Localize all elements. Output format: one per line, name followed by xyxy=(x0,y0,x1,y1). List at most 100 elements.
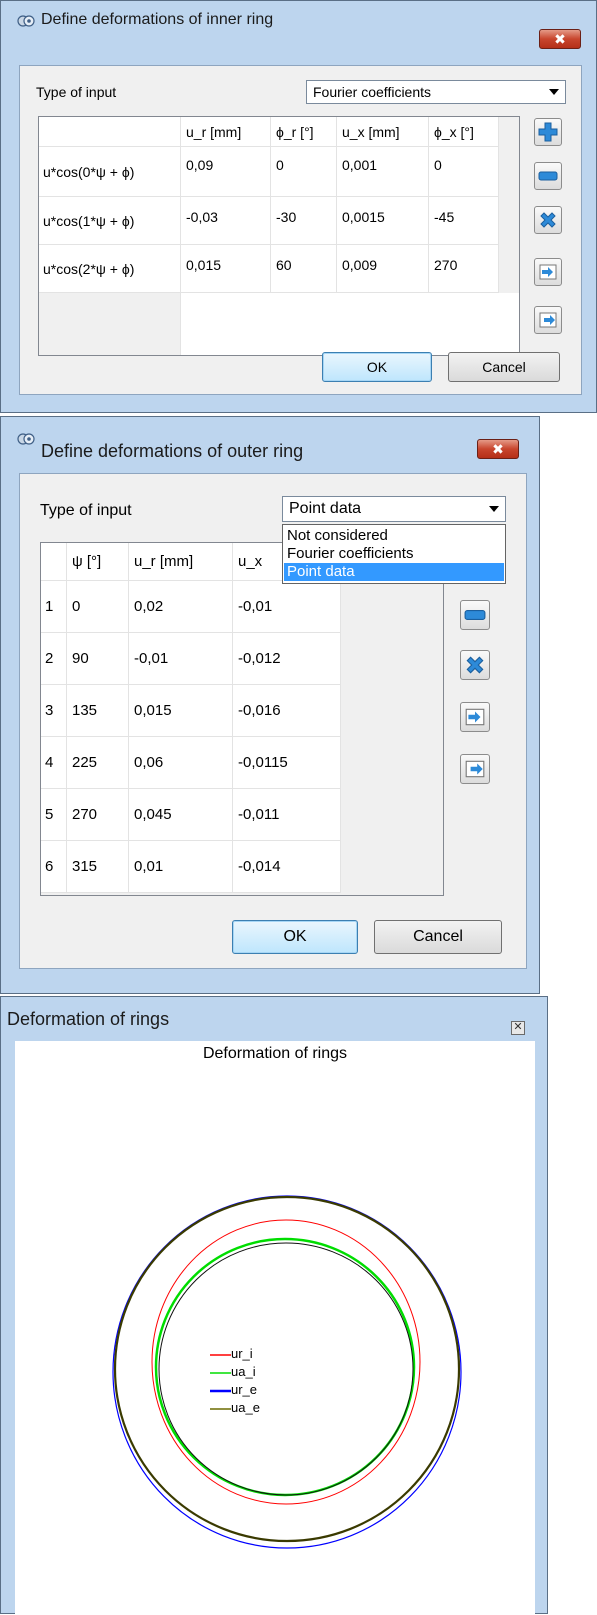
inner-dialog-client: Type of input Fourier coefficients u_r [… xyxy=(19,65,582,395)
table-cell[interactable]: 0,015 xyxy=(181,245,271,293)
type-of-input-select[interactable]: Point data xyxy=(282,496,506,522)
cancel-button[interactable]: Cancel xyxy=(448,352,560,382)
type-of-input-dropdown-list[interactable]: Not considered Fourier coefficients Poin… xyxy=(282,524,506,584)
minus-icon xyxy=(464,610,486,620)
table-cell[interactable]: 0 xyxy=(429,147,499,197)
table-cell[interactable]: -0,0115 xyxy=(233,737,341,789)
table-cell[interactable]: -0,01 xyxy=(129,633,233,685)
table-cell[interactable]: -30 xyxy=(271,197,337,245)
table-cell[interactable]: -0,016 xyxy=(233,685,341,737)
remove-row-button[interactable] xyxy=(534,162,562,190)
table-cell[interactable]: 0,0015 xyxy=(337,197,429,245)
close-button[interactable]: ✕ xyxy=(511,1021,525,1035)
dropdown-option-not-considered[interactable]: Not considered xyxy=(284,527,504,545)
type-of-input-label: Type of input xyxy=(36,84,117,100)
delete-x-icon xyxy=(466,656,484,674)
column-header[interactable]: u_x [mm] xyxy=(337,117,429,147)
outer-ring-dialog: Define deformations of outer ring ✖ Type… xyxy=(0,416,540,994)
cancel-button[interactable]: Cancel xyxy=(374,920,502,954)
table-cell[interactable]: -0,014 xyxy=(233,841,341,893)
row-header[interactable]: u*cos(0*ψ + ϕ) xyxy=(39,147,181,197)
column-header[interactable]: ϕ_r [°] xyxy=(271,117,337,147)
table-cell[interactable]: 0,001 xyxy=(337,147,429,197)
outer-dialog-titlebar[interactable]: Define deformations of outer ring ✖ xyxy=(1,417,539,461)
close-button[interactable]: ✖ xyxy=(477,439,519,459)
row-number[interactable]: 1 xyxy=(41,581,67,633)
export-button[interactable] xyxy=(460,754,490,784)
row-header[interactable]: u*cos(2*ψ + ϕ) xyxy=(39,245,181,293)
row-header[interactable]: u*cos(1*ψ + ϕ) xyxy=(39,197,181,245)
plot-window-title: Deformation of rings xyxy=(7,1009,170,1029)
inner-dialog-title: Define deformations of inner ring xyxy=(41,11,274,28)
table-corner xyxy=(41,543,67,581)
deformation-plot-window: Deformation of rings ✕ Deformation of ri… xyxy=(0,996,548,1615)
ok-button[interactable]: OK xyxy=(232,920,358,954)
export-button[interactable] xyxy=(534,306,562,334)
table-cell[interactable]: 0,045 xyxy=(129,789,233,841)
empty-row xyxy=(181,293,519,355)
table-cell[interactable]: 90 xyxy=(67,633,129,685)
export-icon xyxy=(539,312,557,328)
import-icon xyxy=(539,264,557,280)
table-cell[interactable]: 225 xyxy=(67,737,129,789)
type-of-input-value: Point data xyxy=(289,500,362,517)
table-cell[interactable]: 0,09 xyxy=(181,147,271,197)
table-cell[interactable]: 0 xyxy=(67,581,129,633)
inner-dialog-titlebar[interactable]: Define deformations of inner ring ✖ xyxy=(1,1,596,49)
import-button[interactable] xyxy=(534,258,562,286)
add-row-button[interactable] xyxy=(534,118,562,146)
rings-plot xyxy=(112,1195,462,1549)
type-of-input-label: Type of input xyxy=(40,502,132,519)
delete-x-icon xyxy=(540,212,556,228)
table-corner xyxy=(39,117,181,147)
table-cell[interactable]: 0,015 xyxy=(129,685,233,737)
plus-icon xyxy=(538,122,558,142)
table-cell[interactable]: 270 xyxy=(67,789,129,841)
row-number[interactable]: 6 xyxy=(41,841,67,893)
legend-label-ua-i: ua_i xyxy=(231,1364,256,1379)
table-cell[interactable]: -0,03 xyxy=(181,197,271,245)
type-of-input-select[interactable]: Fourier coefficients xyxy=(306,80,566,104)
column-header[interactable]: ψ [°] xyxy=(67,543,129,581)
dropdown-option-fourier[interactable]: Fourier coefficients xyxy=(284,545,504,563)
column-header[interactable]: ϕ_x [°] xyxy=(429,117,499,147)
table-cell[interactable]: 0,06 xyxy=(129,737,233,789)
table-cell[interactable]: -0,012 xyxy=(233,633,341,685)
import-icon xyxy=(465,708,485,726)
table-cell[interactable]: 0,02 xyxy=(129,581,233,633)
fourier-table[interactable]: u_r [mm] ϕ_r [°] u_x [mm] ϕ_x [°] u*cos(… xyxy=(38,116,520,356)
chevron-down-icon xyxy=(489,506,499,512)
table-cell[interactable]: 0,009 xyxy=(337,245,429,293)
column-header[interactable]: u_r [mm] xyxy=(129,543,233,581)
ur-i-curve xyxy=(151,1219,421,1505)
import-button[interactable] xyxy=(460,702,490,732)
minus-icon xyxy=(538,171,558,181)
point-data-table[interactable]: ψ [°] u_r [mm] u_x 1 0 0,02 -0,01 2 90 -… xyxy=(40,542,444,896)
legend-label-ur-i: ur_i xyxy=(231,1346,253,1361)
row-number[interactable]: 3 xyxy=(41,685,67,737)
row-number[interactable]: 4 xyxy=(41,737,67,789)
clear-rows-button[interactable] xyxy=(460,650,490,680)
row-number[interactable]: 2 xyxy=(41,633,67,685)
table-cell[interactable]: 0 xyxy=(271,147,337,197)
table-cell[interactable]: -45 xyxy=(429,197,499,245)
column-header[interactable]: u_r [mm] xyxy=(181,117,271,147)
table-cell[interactable]: 315 xyxy=(67,841,129,893)
gear-app-icon xyxy=(17,15,35,27)
table-cell[interactable]: 60 xyxy=(271,245,337,293)
remove-row-button[interactable] xyxy=(460,600,490,630)
table-cell[interactable]: -0,011 xyxy=(233,789,341,841)
legend-label-ur-e: ur_e xyxy=(231,1382,258,1397)
table-cell[interactable]: 0,01 xyxy=(129,841,233,893)
inner-ring-dialog: Define deformations of inner ring ✖ Type… xyxy=(0,0,597,413)
dropdown-option-point-data[interactable]: Point data xyxy=(284,563,504,581)
gear-app-icon xyxy=(17,433,35,445)
ok-button[interactable]: OK xyxy=(322,352,432,382)
table-cell[interactable]: 270 xyxy=(429,245,499,293)
table-cell[interactable]: 135 xyxy=(67,685,129,737)
table-cell[interactable]: -0,01 xyxy=(233,581,341,633)
clear-rows-button[interactable] xyxy=(534,206,562,234)
close-button[interactable]: ✖ xyxy=(539,29,581,49)
row-number[interactable]: 5 xyxy=(41,789,67,841)
empty-row-header xyxy=(39,293,181,355)
